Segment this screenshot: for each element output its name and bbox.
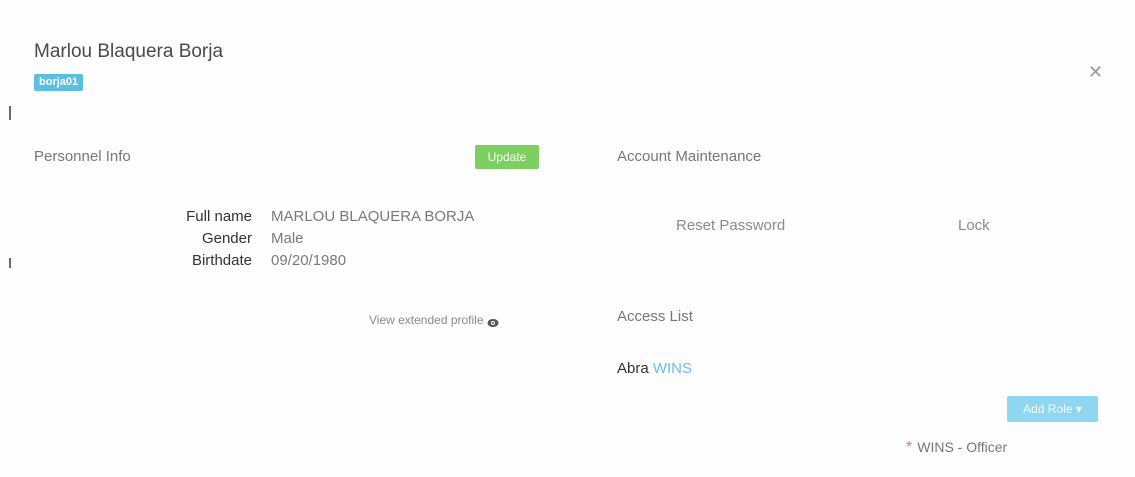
page-edge-mark bbox=[9, 106, 11, 120]
access-list-heading: Access List bbox=[617, 308, 693, 325]
view-extended-profile-link[interactable]: View extended profile bbox=[369, 312, 499, 328]
lock-link[interactable]: Lock bbox=[958, 216, 990, 236]
close-icon[interactable]: ✕ bbox=[1088, 63, 1103, 81]
full-name-label: Full name bbox=[186, 208, 252, 225]
access-group-location: Abra bbox=[617, 360, 649, 377]
reset-password-link[interactable]: Reset Password bbox=[676, 216, 785, 236]
gender-value: Male bbox=[271, 230, 304, 247]
role-item: * WINS - Officer bbox=[906, 438, 1007, 457]
page-edge-mark bbox=[9, 258, 11, 268]
full-name-value: MARLOU BLAQUERA BORJA bbox=[271, 208, 475, 225]
update-button[interactable]: Update bbox=[475, 145, 539, 169]
account-maintenance-heading: Account Maintenance bbox=[617, 148, 762, 165]
modal-title: Marlou Blaquera Borja bbox=[34, 41, 224, 62]
birthdate-value: 09/20/1980 bbox=[271, 252, 347, 269]
gender-label: Gender bbox=[201, 230, 252, 247]
birthdate-label: Birthdate bbox=[191, 252, 252, 269]
add-role-label: Add Role bbox=[1023, 402, 1073, 416]
user-detail-modal: Marlou Blaquera Borja borja01 ✕ Personne… bbox=[0, 0, 1135, 477]
personnel-info-heading: Personnel Info bbox=[34, 148, 131, 165]
access-group-name: Abra WINS bbox=[617, 359, 692, 379]
access-group-system: WINS bbox=[652, 360, 693, 377]
username-badge: borja01 bbox=[34, 74, 84, 91]
eye-icon bbox=[487, 316, 499, 327]
required-star-icon: * bbox=[906, 439, 913, 456]
role-label: WINS - Officer bbox=[917, 439, 1008, 455]
add-role-button[interactable]: Add Role ▾ bbox=[1007, 396, 1098, 422]
view-extended-profile-label: View extended profile bbox=[369, 313, 484, 327]
caret-down-icon: ▾ bbox=[1075, 402, 1082, 416]
